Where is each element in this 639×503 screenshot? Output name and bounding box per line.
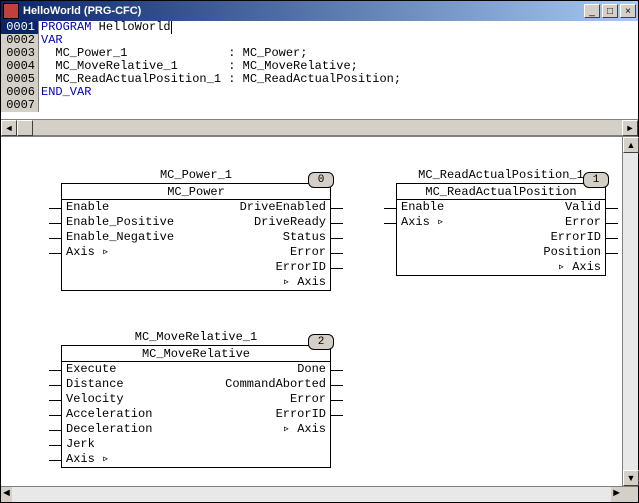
block-instance-name: MC_Power_1	[61, 167, 331, 183]
code-line[interactable]: 0007	[1, 99, 638, 112]
pin-output[interactable]: Error	[196, 392, 330, 407]
block-instance-name: MC_ReadActualPosition_1	[396, 167, 606, 183]
pin-input[interactable]: Axis ▹	[62, 245, 196, 260]
window: HelloWorld (PRG-CFC) _ □ × 0001PROGRAM H…	[0, 0, 639, 503]
pin-output[interactable]: ErrorID	[501, 230, 605, 245]
pin-input[interactable]: Deceleration	[62, 422, 196, 437]
pin-output[interactable]: Status	[196, 230, 330, 245]
scroll-up-icon[interactable]: ▲	[623, 137, 639, 153]
pin-input[interactable]: Distance	[62, 377, 196, 392]
block-order-tag: 2	[308, 334, 334, 350]
window-title: HelloWorld (PRG-CFC)	[23, 5, 141, 17]
code-line[interactable]: 0006END_VAR	[1, 86, 638, 99]
pin-input[interactable]: Execute	[62, 362, 196, 377]
scroll-left-icon[interactable]: ◄	[1, 120, 17, 136]
block-mc-moverelative-1[interactable]: MC_MoveRelative_1 2 MC_MoveRelative Exec…	[61, 329, 331, 468]
pin-output[interactable]: DriveEnabled	[196, 200, 330, 215]
pin-output[interactable]: CommandAborted	[196, 377, 330, 392]
scroll-right-icon[interactable]: ►	[622, 120, 638, 136]
pin-output[interactable]: Done	[196, 362, 330, 377]
pin-input[interactable]: Axis ▹	[62, 452, 196, 467]
maximize-button[interactable]: □	[602, 4, 618, 18]
pin-output[interactable]: Error	[501, 215, 605, 230]
declaration-scrollbar-h[interactable]: ◄ ►	[1, 119, 638, 135]
close-button[interactable]: ×	[620, 4, 636, 18]
titlebar[interactable]: HelloWorld (PRG-CFC) _ □ ×	[1, 1, 638, 21]
pin-output[interactable]: ErrorID	[196, 260, 330, 275]
code-line[interactable]: 0001PROGRAM HelloWorld	[1, 21, 638, 34]
scroll-thumb[interactable]	[17, 120, 33, 136]
canvas-scrollbar-v[interactable]: ▲ ▼	[622, 137, 638, 486]
scroll-right-icon[interactable]: ►	[611, 487, 622, 502]
cfc-canvas[interactable]: MC_Power_1 0 MC_Power Enable Enable_Posi…	[1, 137, 622, 486]
pin-input[interactable]: Axis ▹	[397, 215, 501, 230]
pin-input[interactable]: Enable	[62, 200, 196, 215]
block-mc-power-1[interactable]: MC_Power_1 0 MC_Power Enable Enable_Posi…	[61, 167, 331, 291]
block-order-tag: 0	[308, 172, 334, 188]
canvas-scrollbar-h[interactable]: ◄ ►	[1, 486, 638, 502]
pin-output[interactable]: Position	[501, 245, 605, 260]
pin-input[interactable]: Velocity	[62, 392, 196, 407]
pin-input[interactable]: Jerk	[62, 437, 196, 452]
line-number: 0007	[1, 99, 39, 112]
pin-output[interactable]: Error	[196, 245, 330, 260]
pin-output[interactable]: ▹ Axis	[196, 275, 330, 290]
block-order-tag: 1	[583, 172, 609, 188]
pin-output[interactable]: DriveReady	[196, 215, 330, 230]
code-text[interactable]: MC_ReadActualPosition_1 : MC_ReadActualP…	[39, 73, 401, 86]
pin-output[interactable]: ErrorID	[196, 407, 330, 422]
block-type-name: MC_MoveRelative	[62, 346, 330, 362]
pin-input[interactable]: Enable_Negative	[62, 230, 196, 245]
app-icon	[3, 3, 19, 19]
minimize-button[interactable]: _	[584, 4, 600, 18]
declaration-editor[interactable]: 0001PROGRAM HelloWorld0002VAR0003 MC_Pow…	[1, 21, 638, 137]
pin-input[interactable]: Enable	[397, 200, 501, 215]
block-type-name: MC_Power	[62, 184, 330, 200]
block-type-name: MC_ReadActualPosition	[397, 184, 605, 200]
pin-output[interactable]: Valid	[501, 200, 605, 215]
scroll-down-icon[interactable]: ▼	[623, 470, 639, 486]
code-text[interactable]	[39, 99, 41, 112]
block-mc-readactualposition-1[interactable]: MC_ReadActualPosition_1 1 MC_ReadActualP…	[396, 167, 606, 276]
code-text[interactable]: END_VAR	[39, 86, 91, 99]
code-line[interactable]: 0005 MC_ReadActualPosition_1 : MC_ReadAc…	[1, 73, 638, 86]
pin-input[interactable]: Acceleration	[62, 407, 196, 422]
pin-output[interactable]: ▹ Axis	[196, 422, 330, 437]
block-instance-name: MC_MoveRelative_1	[61, 329, 331, 345]
scroll-left-icon[interactable]: ◄	[1, 487, 12, 502]
pin-input[interactable]: Enable_Positive	[62, 215, 196, 230]
pin-output[interactable]: ▹ Axis	[501, 260, 605, 275]
